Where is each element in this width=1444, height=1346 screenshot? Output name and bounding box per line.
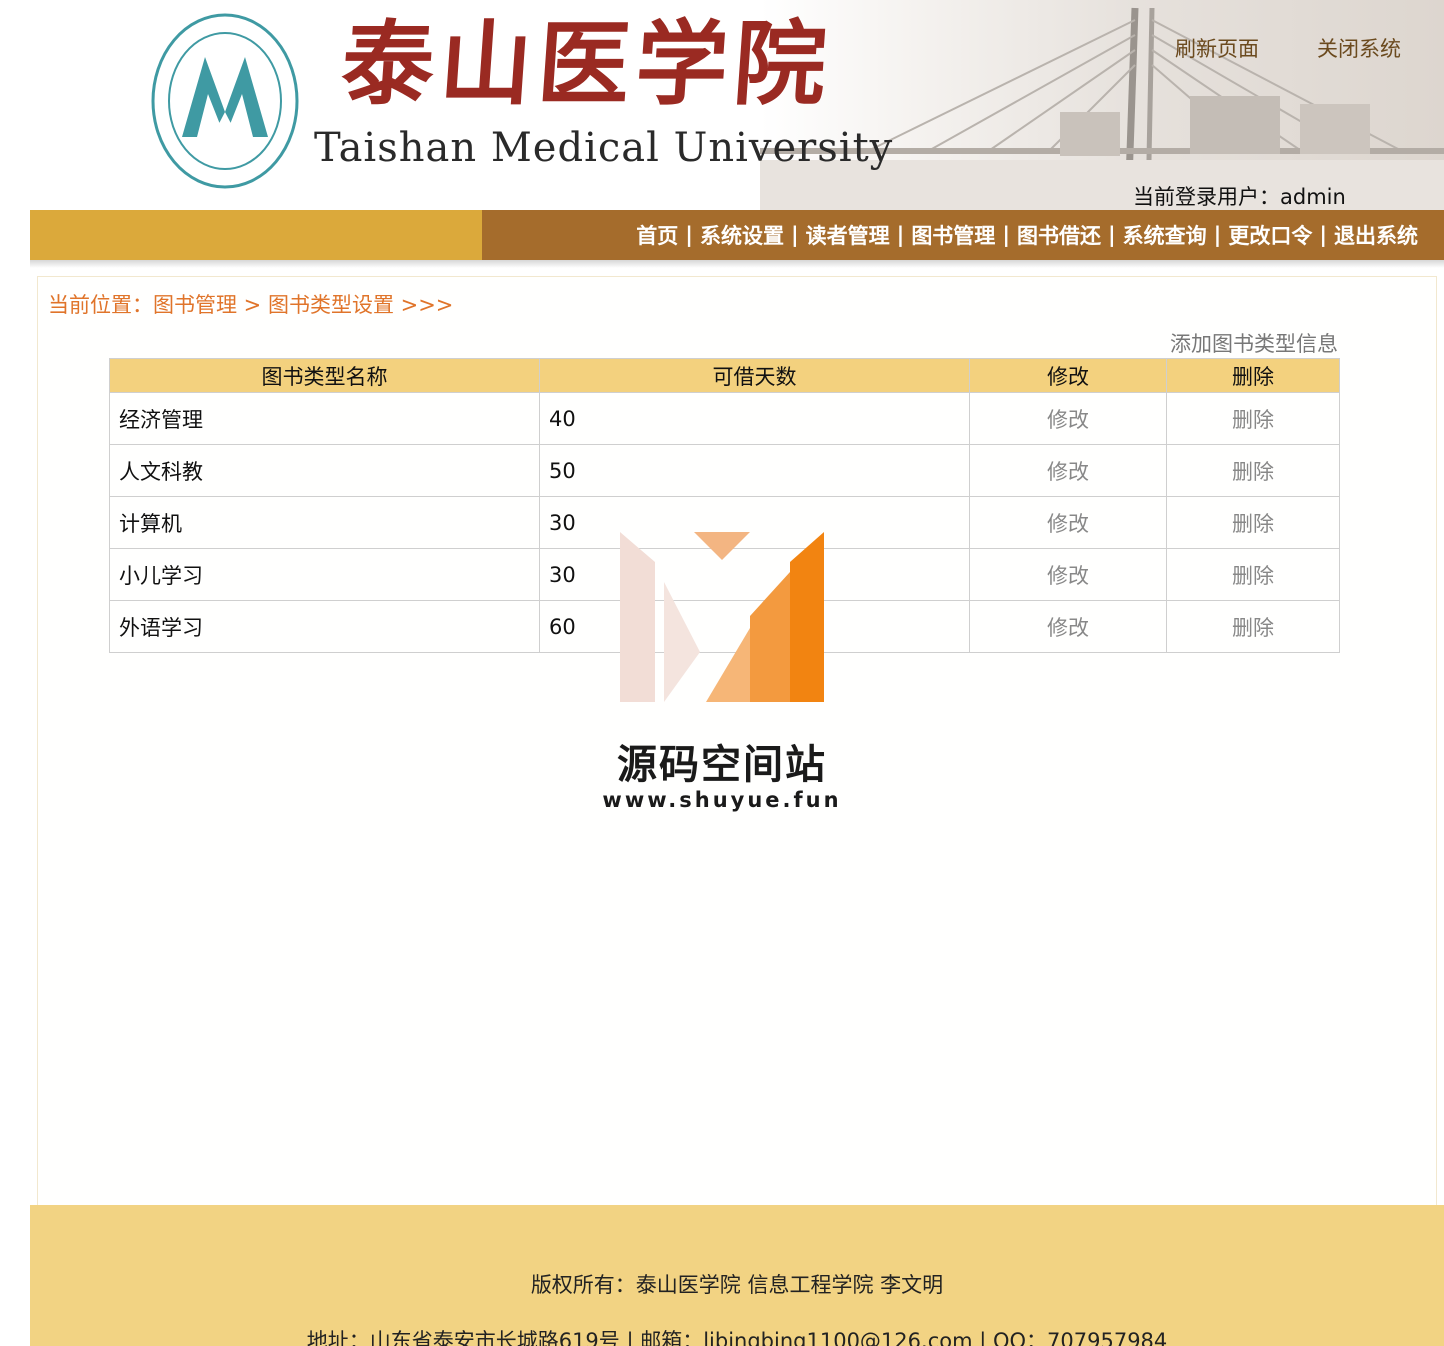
university-seal-icon [150,12,300,190]
table-row: 人文科教 50 修改 删除 [109,444,1340,497]
edit-link[interactable]: 修改 [969,392,1167,445]
footer-address: 地址：山东省泰安市长城路619号 | 邮箱：libingbing1100@126… [306,1329,1168,1346]
main-nav-bar: 首页 | 系统设置 | 读者管理 | 图书管理 | 图书借还 | 系统查询 | … [30,210,1444,260]
delete-link[interactable]: 删除 [1166,548,1340,601]
nav-item-borrow-return[interactable]: 图书借还 [1017,220,1101,250]
add-book-type-link[interactable]: 添加图书类型信息 [1170,328,1338,358]
footer: 版权所有：泰山医学院 信息工程学院 李文明 地址：山东省泰安市长城路619号 |… [30,1205,1444,1346]
watermark-url: www.shuyue.fun [602,788,842,812]
type-name-cell: 经济管理 [109,392,540,445]
nav-separator: | [685,223,693,247]
close-system-link[interactable]: 关闭系统 [1317,33,1401,63]
delete-link[interactable]: 删除 [1166,496,1340,549]
nav-item-reader-management[interactable]: 读者管理 [806,220,890,250]
current-user-label: 当前登录用户： [1133,185,1280,209]
nav-separator: | [1002,223,1010,247]
edit-link[interactable]: 修改 [969,600,1167,653]
watermark-logo-icon [620,532,824,702]
nav-menu: 首页 | 系统设置 | 读者管理 | 图书管理 | 图书借还 | 系统查询 | … [482,210,1444,260]
current-user-name: admin [1280,185,1346,209]
delete-link[interactable]: 删除 [1166,600,1340,653]
type-name-cell: 小儿学习 [109,548,540,601]
nav-item-change-password[interactable]: 更改口令 [1228,220,1312,250]
nav-item-system-query[interactable]: 系统查询 [1123,220,1207,250]
edit-link[interactable]: 修改 [969,496,1167,549]
table-row: 经济管理 40 修改 删除 [109,392,1340,445]
nav-item-logout[interactable]: 退出系统 [1334,220,1418,250]
nav-bar-left-block [30,210,482,260]
table-header-row: 图书类型名称 可借天数 修改 删除 [109,358,1340,393]
type-name-cell: 人文科教 [109,444,540,497]
edit-link[interactable]: 修改 [969,444,1167,497]
watermark-title: 源码空间站 [617,742,827,788]
bridge-photo [760,0,1444,210]
nav-item-home[interactable]: 首页 [636,220,678,250]
borrow-days-cell: 40 [539,392,970,445]
nav-separator: | [896,223,905,247]
delete-link[interactable]: 删除 [1166,392,1340,445]
edit-link[interactable]: 修改 [969,548,1167,601]
column-header-borrow-days: 可借天数 [539,358,970,393]
nav-item-system-settings[interactable]: 系统设置 [700,220,784,250]
column-header-delete: 删除 [1166,358,1340,393]
type-name-cell: 外语学习 [109,600,540,653]
nav-shadow-divider [30,260,1444,268]
nav-separator: | [1213,223,1222,247]
current-user-info: 当前登录用户：admin [1133,181,1346,210]
borrow-days-cell: 50 [539,444,970,497]
nav-separator: | [790,223,799,247]
header-banner: 泰山医学院 Taishan Medical University 刷新页面 关闭… [0,0,1444,210]
nav-separator: | [1107,223,1116,247]
university-chinese-name: 泰山医学院 [338,10,836,118]
delete-link[interactable]: 删除 [1166,444,1340,497]
type-name-cell: 计算机 [109,496,540,549]
nav-separator: | [1319,223,1327,247]
nav-item-book-management[interactable]: 图书管理 [911,220,995,250]
column-header-type-name: 图书类型名称 [109,358,540,393]
footer-copyright: 版权所有：泰山医学院 信息工程学院 李文明 [530,1273,944,1297]
refresh-page-link[interactable]: 刷新页面 [1175,33,1259,63]
breadcrumb: 当前位置：图书管理 > 图书类型设置 >>> [48,293,454,317]
column-header-edit: 修改 [969,358,1167,393]
university-english-name: Taishan Medical University [314,125,894,171]
